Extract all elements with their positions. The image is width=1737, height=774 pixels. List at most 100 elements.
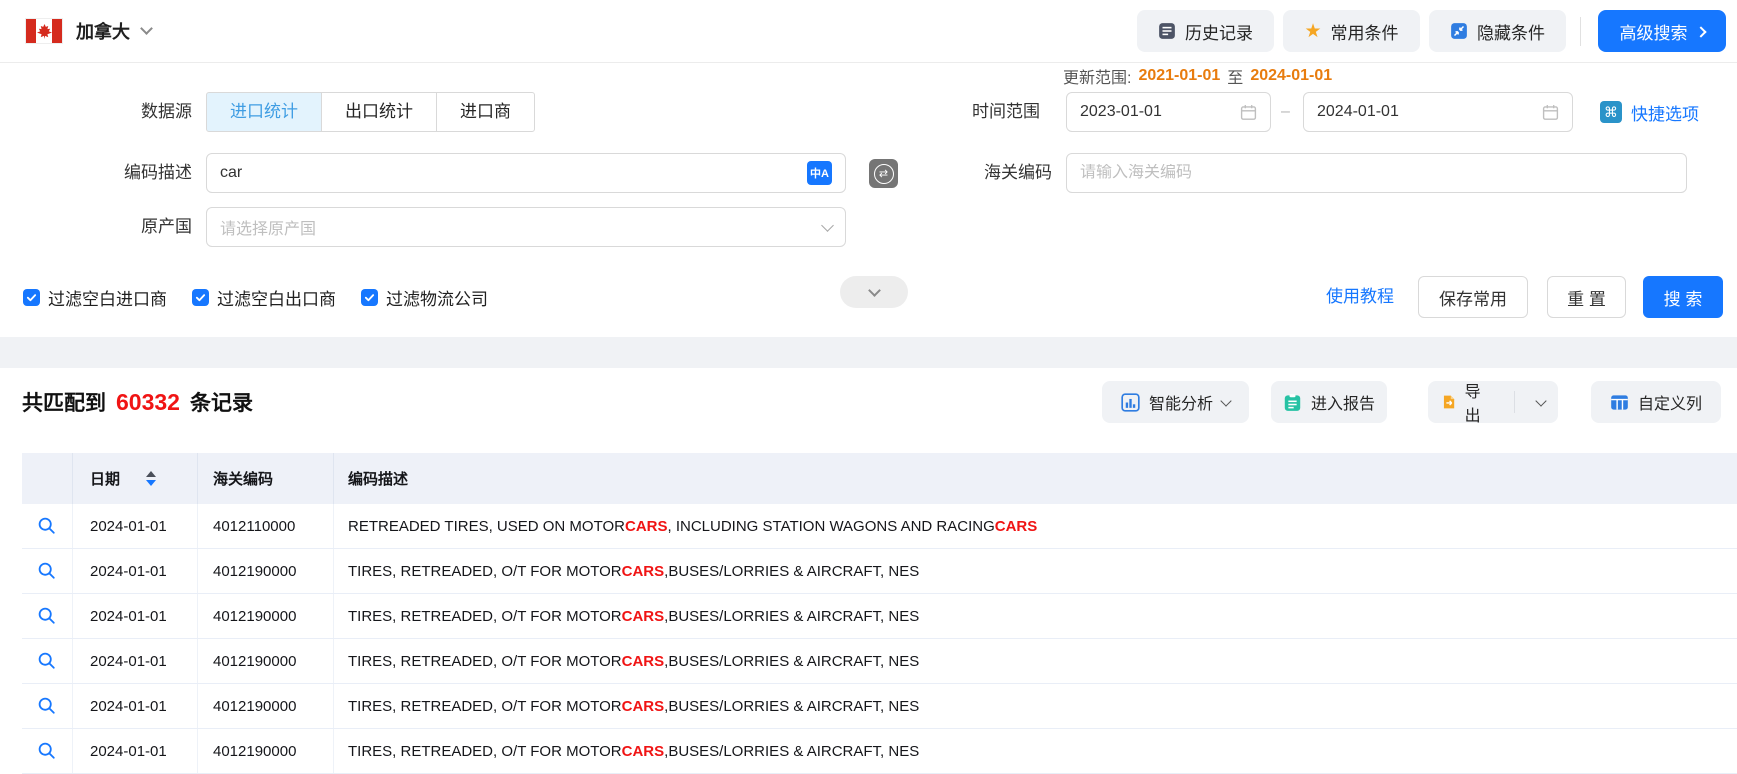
custom-columns-button[interactable]: 自定义列 [1591,381,1721,423]
chevron-down-icon [821,219,834,232]
divider [1580,17,1581,46]
cell-description: TIRES, RETREADED, O/T FOR MOTOR CARS,BUS… [334,594,1737,638]
cell-description: TIRES, RETREADED, O/T FOR MOTOR CARS,BUS… [334,549,1737,593]
origin-country-select[interactable]: 请选择原产国 [206,207,846,247]
country-selector[interactable]: 加拿大 [76,18,130,44]
quick-options-link[interactable]: ⌘ 快捷选项 [1600,92,1699,132]
checkbox-filter-logistics[interactable]: 过滤物流公司 [361,285,488,310]
table-row: 2024-01-014012110000RETREADED TIRES, USE… [22,504,1737,549]
header-description[interactable]: 编码描述 [334,453,1737,504]
update-range: 更新范围: 2021-01-01 至 2024-01-01 [1063,64,1332,88]
export-label: 导出 [1465,378,1493,426]
end-date-field[interactable] [1303,92,1573,132]
canada-flag-icon [25,18,63,44]
magnifier-icon[interactable] [22,594,73,638]
cell-hs-code: 4012190000 [198,594,334,638]
report-icon [1283,393,1302,412]
tab-importers[interactable]: 进口商 [436,92,535,132]
cell-hs-code: 4012190000 [198,549,334,593]
code-description-label: 编码描述 [0,153,192,193]
start-date-input[interactable] [1080,103,1232,121]
magnifier-icon[interactable] [22,639,73,683]
tab-export-statistics[interactable]: 出口统计 [321,92,437,132]
origin-country-label: 原产国 [0,207,192,247]
checkbox-label: 过滤空白进口商 [48,285,167,310]
section-divider [0,337,1737,368]
sort-icon[interactable] [146,471,156,486]
checkbox-filter-blank-importer[interactable]: 过滤空白进口商 [23,285,167,310]
chevron-down-icon[interactable] [140,22,153,35]
custom-columns-label: 自定义列 [1638,390,1702,414]
header-description-label: 编码描述 [348,468,408,489]
cell-hs-code: 4012190000 [198,684,334,728]
update-range-label: 更新范围: [1063,64,1131,88]
table-row: 2024-01-014012190000TIRES, RETREADED, O/… [22,594,1737,639]
cell-date: 2024-01-01 [73,684,198,728]
translate-icon[interactable]: 中A [807,161,832,185]
reset-button[interactable]: 重 置 [1547,276,1626,318]
update-range-to-word: 至 [1227,64,1243,88]
cell-hs-code: 4012110000 [198,504,334,548]
advanced-search-button[interactable]: 高级搜索 [1598,10,1726,52]
update-range-to: 2024-01-01 [1250,67,1332,85]
checkbox-filter-blank-exporter[interactable]: 过滤空白出口商 [192,285,336,310]
chevron-down-icon [1220,395,1231,406]
cell-description: RETREADED TIRES, USED ON MOTOR CARS, INC… [334,504,1737,548]
advanced-search-label: 高级搜索 [1620,19,1688,44]
summary-prefix: 共匹配到 [22,387,106,417]
magnifier-icon[interactable] [22,684,73,728]
table-header: 日期 海关编码 编码描述 [22,453,1737,504]
header-hs-code[interactable]: 海关编码 [198,453,334,504]
search-button[interactable]: 搜 索 [1643,276,1723,318]
checkbox-label: 过滤空白出口商 [217,285,336,310]
export-dropdown-button[interactable] [1524,381,1558,423]
time-range-label: 时间范围 [860,92,1040,132]
cell-date: 2024-01-01 [73,594,198,638]
checkbox-checked-icon [361,289,378,306]
history-icon [1158,22,1176,40]
magnifier-icon[interactable] [22,549,73,593]
star-icon: ★ [1304,22,1321,41]
smart-analysis-label: 智能分析 [1149,390,1213,414]
results-count: 60332 [116,389,180,416]
cell-date: 2024-01-01 [73,729,198,773]
hs-code-field[interactable] [1066,153,1687,193]
cell-hs-code: 4012190000 [198,639,334,683]
quick-options-label: 快捷选项 [1631,100,1699,125]
hide-conditions-button[interactable]: 隐藏条件 [1429,10,1566,52]
header-hs-code-label: 海关编码 [213,468,273,489]
tutorial-link[interactable]: 使用教程 [1326,276,1394,318]
top-bar: 加拿大 历史记录 ★ 常用条件 隐藏条件 高级搜索 [0,0,1737,63]
code-description-input[interactable] [220,164,799,182]
results-summary: 共匹配到 60332 条记录 [22,387,253,417]
end-date-input[interactable] [1317,103,1534,121]
cell-date: 2024-01-01 [73,639,198,683]
hide-conditions-label: 隐藏条件 [1477,19,1545,44]
chevron-right-icon [1695,26,1706,37]
bi-chart-icon [1121,393,1140,412]
hs-code-input[interactable] [1080,164,1673,182]
table-row: 2024-01-014012190000TIRES, RETREADED, O/… [22,684,1737,729]
history-button[interactable]: 历史记录 [1137,10,1274,52]
cell-hs-code: 4012190000 [198,729,334,773]
enter-report-button[interactable]: 进入报告 [1271,381,1387,423]
header-icon-column [22,453,73,504]
command-icon: ⌘ [1600,101,1622,123]
export-button: 导出 [1428,381,1558,423]
magnifier-icon[interactable] [22,504,73,548]
checkbox-checked-icon [192,289,209,306]
export-main-button[interactable]: 导出 [1428,381,1505,423]
summary-suffix: 条记录 [190,387,253,417]
history-label: 历史记录 [1185,19,1253,44]
smart-analysis-button[interactable]: 智能分析 [1102,381,1249,423]
code-description-field[interactable]: 中A [206,153,846,193]
tab-import-statistics[interactable]: 进口统计 [206,92,322,132]
start-date-field[interactable] [1066,92,1271,132]
save-common-button[interactable]: 保存常用 [1418,276,1528,318]
magnifier-icon[interactable] [22,729,73,773]
header-date[interactable]: 日期 [73,453,198,504]
table-body: 2024-01-01 4012110000RETREADED TIRES, USE… [22,504,1737,774]
calendar-icon [1542,104,1559,121]
favorites-button[interactable]: ★ 常用条件 [1283,10,1420,52]
collapse-form-toggle[interactable] [840,276,908,308]
